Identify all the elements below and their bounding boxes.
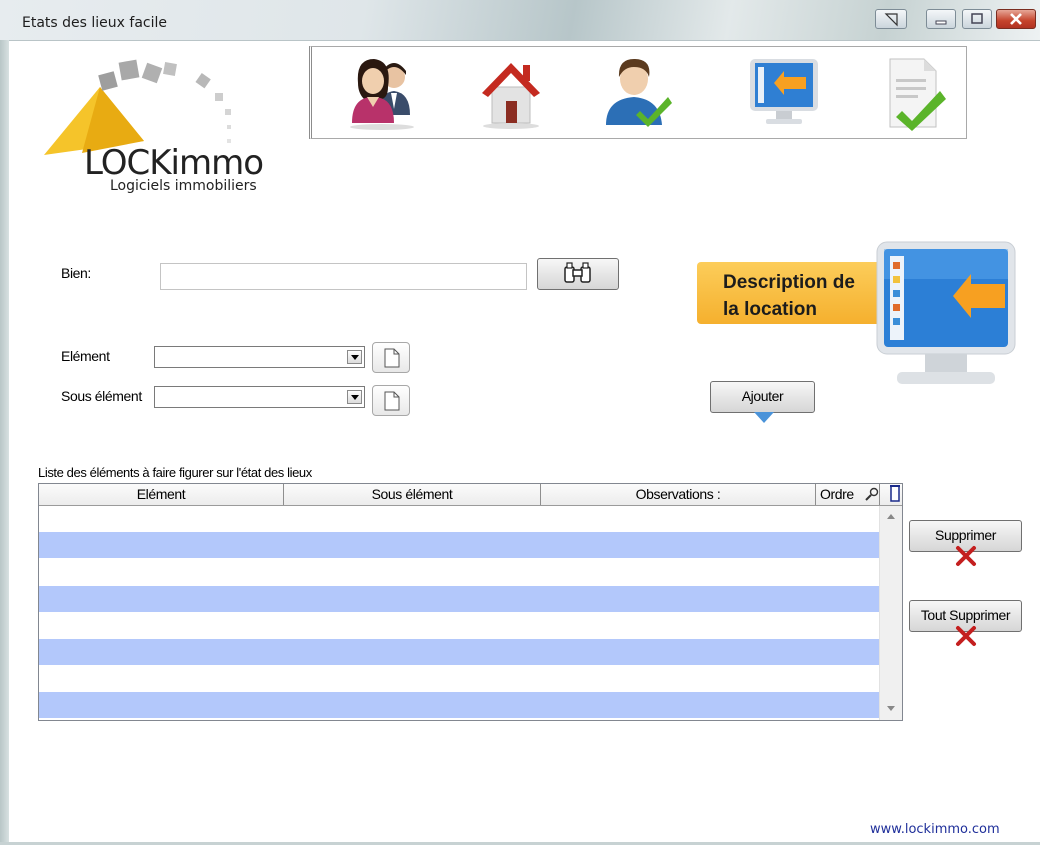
supprimer-button[interactable]: Supprimer	[909, 520, 1022, 566]
document-check-icon	[889, 58, 946, 131]
table-tools-icon[interactable]	[880, 484, 902, 504]
window-frame-left	[0, 40, 9, 845]
logo-tagline: Logiciels immobiliers	[110, 178, 257, 194]
table-row[interactable]	[39, 506, 879, 532]
tout-supprimer-button[interactable]: Tout Supprimer	[909, 600, 1022, 646]
application-window: Etats des lieux facile LOCKimmo Logiciel…	[0, 0, 1040, 845]
element-select[interactable]	[154, 346, 365, 368]
table-row[interactable]	[39, 586, 879, 612]
delete-x-icon	[956, 626, 976, 646]
arrow-down-icon	[754, 412, 774, 423]
search-bien-button[interactable]	[537, 258, 619, 290]
element-label: Elément	[61, 348, 110, 364]
table-row[interactable]	[39, 559, 879, 585]
tenants-button[interactable]	[342, 53, 422, 133]
help-button[interactable]	[875, 9, 907, 29]
column-header-observations[interactable]: Observations :	[541, 484, 816, 505]
elements-table[interactable]: Elément Sous élément Observations : Ordr…	[38, 483, 903, 721]
table-row[interactable]	[39, 639, 879, 665]
scroll-up-icon[interactable]	[880, 510, 902, 524]
rental-description-button[interactable]	[744, 53, 824, 133]
window-title: Etats des lieux facile	[22, 15, 167, 31]
chevron-down-icon[interactable]	[347, 350, 362, 364]
close-icon	[1010, 13, 1022, 25]
new-sous-element-button[interactable]	[372, 385, 410, 416]
close-button[interactable]	[996, 9, 1036, 29]
grid-caption: Liste des éléments à faire figurer sur l…	[38, 465, 312, 480]
owner-button[interactable]	[598, 53, 678, 133]
supprimer-label: Supprimer	[935, 527, 996, 543]
sous-element-label: Sous élément	[61, 388, 142, 404]
table-row[interactable]	[39, 612, 879, 638]
minimize-icon	[935, 20, 947, 25]
monitor-arrow-icon	[876, 241, 1016, 384]
title-bar[interactable]: Etats des lieux facile	[0, 0, 1040, 41]
blank-document-icon	[384, 391, 400, 411]
minimize-button[interactable]	[926, 9, 956, 29]
sous-element-select[interactable]	[154, 386, 365, 408]
column-header-sous-element[interactable]: Sous élément	[284, 484, 541, 505]
description-title: Description de la location	[723, 269, 855, 323]
binoculars-icon	[564, 262, 591, 283]
ajouter-label: Ajouter	[741, 388, 784, 404]
corner-arrow-icon	[884, 13, 898, 27]
owner-check-icon	[606, 59, 672, 127]
table-row[interactable]	[39, 532, 879, 558]
description-line-2: la location	[723, 299, 817, 320]
blank-document-icon	[384, 348, 400, 368]
monitor-arrow-icon	[750, 59, 818, 124]
table-row[interactable]	[39, 692, 879, 718]
table-header: Elément Sous élément Observations : Ordr…	[39, 484, 902, 506]
table-scrollbar[interactable]	[879, 506, 902, 720]
main-toolbar	[309, 46, 967, 139]
tenants-icon	[350, 59, 414, 130]
ajouter-button[interactable]: Ajouter	[710, 381, 815, 423]
chevron-down-icon[interactable]	[347, 390, 362, 404]
magnifier-icon[interactable]	[865, 487, 879, 501]
table-row[interactable]	[39, 666, 879, 692]
lockimmo-logo: LOCKimmo Logiciels immobiliers	[40, 55, 280, 200]
column-header-element[interactable]: Elément	[39, 484, 284, 505]
scroll-down-icon[interactable]	[880, 702, 902, 716]
website-link[interactable]: www.lockimmo.com	[870, 822, 1000, 837]
house-icon	[482, 63, 540, 129]
bien-label: Bien:	[61, 265, 91, 281]
property-button[interactable]	[470, 53, 550, 133]
maximize-button[interactable]	[962, 9, 992, 29]
description-panel: Description de la location	[695, 240, 1020, 400]
delete-x-icon	[956, 546, 976, 566]
ordre-label: Ordre	[820, 486, 854, 502]
document-validate-button[interactable]	[874, 53, 954, 133]
tout-supprimer-label: Tout Supprimer	[920, 607, 1011, 623]
description-line-1: Description de	[723, 272, 855, 293]
bien-input[interactable]	[160, 263, 527, 290]
maximize-icon	[971, 13, 983, 24]
new-element-button[interactable]	[372, 342, 410, 373]
logo-brand-text: LOCKimmo	[84, 143, 264, 183]
